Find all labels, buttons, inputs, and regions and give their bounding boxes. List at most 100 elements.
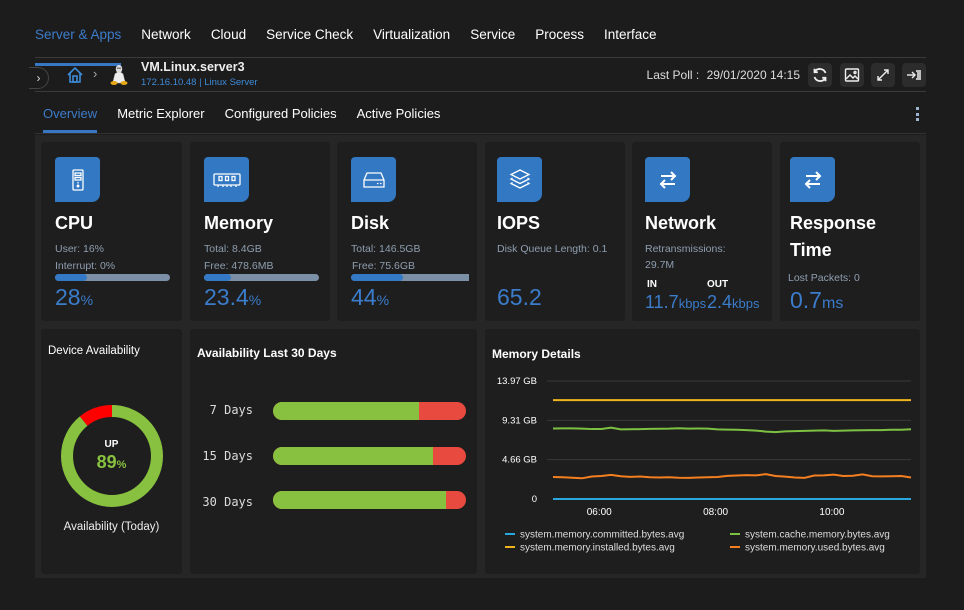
cpu-progress-bar bbox=[55, 274, 170, 281]
lost-packets: Lost Packets: 0 bbox=[788, 272, 860, 284]
availability-bar-7-days bbox=[273, 402, 466, 420]
tab-cloud[interactable]: Cloud bbox=[211, 24, 246, 57]
hard-drive-icon bbox=[351, 157, 396, 202]
last-poll-label: Last Poll : bbox=[646, 68, 700, 82]
image-icon bbox=[844, 68, 860, 82]
sidebar-toggle-button[interactable]: › bbox=[29, 67, 49, 89]
host-name: VM.Linux.server3 bbox=[141, 60, 245, 74]
network-card[interactable]: Network Retransmissions: 29.7M IN OUT 11… bbox=[632, 142, 772, 321]
cpu-progress-fill bbox=[55, 274, 88, 281]
disk-progress-fill bbox=[351, 274, 403, 281]
memory-card[interactable]: Memory Total: 8.4GB Free: 478.6MB 23.4% bbox=[190, 142, 330, 321]
cpu-value-unit: % bbox=[80, 292, 94, 308]
availability-up-segment bbox=[273, 447, 434, 465]
legend-label: system.cache.memory.bytes.avg bbox=[745, 530, 890, 541]
tab-process[interactable]: Process bbox=[535, 24, 584, 57]
y-tick-label: 13.97 GB bbox=[497, 376, 537, 387]
refresh-icon bbox=[813, 68, 827, 82]
legend-label: system.memory.installed.bytes.avg bbox=[520, 543, 675, 554]
ram-icon bbox=[204, 157, 249, 202]
response-time-value: 0.7ms bbox=[790, 287, 843, 314]
cpu-title: CPU bbox=[55, 213, 94, 233]
sub-tabs: Overview Metric Explorer Configured Poli… bbox=[35, 92, 926, 134]
disk-value-unit: % bbox=[376, 292, 390, 308]
disk-value: 44% bbox=[351, 284, 389, 311]
disk-value-number: 44 bbox=[351, 284, 377, 310]
legend-label: system.memory.used.bytes.avg bbox=[745, 543, 885, 554]
last-poll-value: 29/01/2020 14:15 bbox=[706, 68, 800, 82]
response-time-number: 0.7 bbox=[790, 287, 822, 313]
availability-row-label: 30 Days bbox=[202, 495, 253, 509]
chevron-right-icon: › bbox=[36, 71, 41, 85]
memory-value-number: 23.4 bbox=[204, 284, 249, 310]
availability-number: 89 bbox=[96, 452, 117, 472]
device-availability-panel: Device Availability UP 89% Availability … bbox=[41, 329, 182, 574]
memory-total: Total: 8.4GB bbox=[204, 243, 262, 255]
memory-progress-fill bbox=[204, 274, 231, 281]
layers-icon bbox=[497, 157, 542, 202]
x-tick-label: 08:00 bbox=[703, 507, 728, 518]
network-in-number: 11.7 bbox=[645, 292, 679, 312]
more-options-icon[interactable] bbox=[914, 107, 920, 121]
response-time-title: Response Time bbox=[790, 210, 876, 264]
disk-free: Free: 75.6GB bbox=[352, 260, 416, 272]
tab-metric-explorer[interactable]: Metric Explorer bbox=[117, 92, 204, 133]
tab-network[interactable]: Network bbox=[141, 24, 191, 57]
legend-label: system.memory.committed.bytes.avg bbox=[520, 530, 684, 541]
linux-icon bbox=[110, 65, 128, 85]
response-time-unit: ms bbox=[821, 295, 844, 312]
tab-virtualization[interactable]: Virtualization bbox=[373, 24, 450, 57]
availability-bar-30-days bbox=[273, 491, 466, 509]
cpu-card[interactable]: CPU User: 16% Interrupt: 0% 28% bbox=[41, 142, 182, 321]
transfer-icon bbox=[790, 157, 835, 202]
iops-value: 65.2 bbox=[497, 284, 542, 310]
x-tick-label: 10:00 bbox=[819, 507, 844, 518]
breadcrumb-bar: › › VM.Linux.server3 172.16.10.48 | Linu… bbox=[29, 58, 926, 92]
iops-card[interactable]: IOPS Disk Queue Length: 0.1 65.2 bbox=[485, 142, 625, 321]
network-in-value: 11.7kbps bbox=[645, 292, 706, 313]
tab-server-apps[interactable]: Server & Apps bbox=[35, 24, 122, 66]
tab-interface[interactable]: Interface bbox=[604, 24, 657, 57]
memory-details-panel: Memory Details 0 4.66 GB 9.31 GB 13.97 GB 06… bbox=[485, 329, 920, 574]
breadcrumb-separator: › bbox=[93, 66, 98, 81]
disk-total: Total: 146.5GB bbox=[351, 243, 421, 255]
y-tick-label: 0 bbox=[532, 494, 537, 505]
availability-row-label: 15 Days bbox=[202, 449, 253, 463]
availability-bar-15-days bbox=[273, 447, 466, 465]
availability-up-segment bbox=[273, 402, 419, 420]
host-address-type: 172.16.10.48 | Linux Server bbox=[141, 77, 258, 88]
fullscreen-button[interactable] bbox=[871, 63, 895, 87]
refresh-button[interactable] bbox=[808, 63, 832, 87]
availability-row-label: 7 Days bbox=[209, 403, 253, 417]
cpu-interrupt: Interrupt: 0% bbox=[55, 260, 116, 272]
tab-active-policies[interactable]: Active Policies bbox=[357, 92, 441, 133]
availability-unit: % bbox=[116, 459, 127, 471]
memory-free: Free: 478.6MB bbox=[204, 260, 274, 272]
snapshot-button[interactable] bbox=[840, 63, 864, 87]
response-time-title-line1: Response bbox=[790, 213, 877, 233]
collapse-panel-button[interactable] bbox=[902, 63, 926, 87]
y-tick-label: 4.66 GB bbox=[502, 455, 537, 466]
collapse-panel-icon bbox=[907, 70, 921, 80]
memory-value-unit: % bbox=[248, 292, 262, 308]
tab-service[interactable]: Service bbox=[470, 24, 515, 57]
availability-30-title: Availability Last 30 Days bbox=[197, 346, 337, 360]
memory-value: 23.4% bbox=[204, 284, 261, 311]
tab-configured-policies[interactable]: Configured Policies bbox=[225, 92, 337, 133]
disk-queue-length: Disk Queue Length: 0.1 bbox=[497, 243, 608, 255]
network-out-label: OUT bbox=[707, 279, 729, 290]
disk-card[interactable]: Disk Total: 146.5GB Free: 75.6GB 44% bbox=[337, 142, 477, 321]
cpu-value: 28% bbox=[55, 284, 93, 311]
network-in-label: IN bbox=[647, 279, 657, 290]
availability-up-segment bbox=[273, 491, 446, 509]
network-out-unit: kbps bbox=[732, 296, 760, 311]
response-time-title-line2: Time bbox=[790, 240, 832, 260]
network-out-number: 2.4 bbox=[707, 292, 733, 312]
memory-line-chart: 0 4.66 GB 9.31 GB 13.97 GB 06:00 08:00 10:00 sy… bbox=[497, 376, 912, 554]
home-icon[interactable] bbox=[66, 66, 84, 84]
transfer-icon bbox=[645, 157, 690, 202]
tab-overview[interactable]: Overview bbox=[43, 92, 98, 133]
response-time-card[interactable]: Response Time Lost Packets: 0 0.7ms bbox=[780, 142, 920, 321]
tab-service-check[interactable]: Service Check bbox=[266, 24, 353, 57]
network-title: Network bbox=[645, 213, 717, 233]
